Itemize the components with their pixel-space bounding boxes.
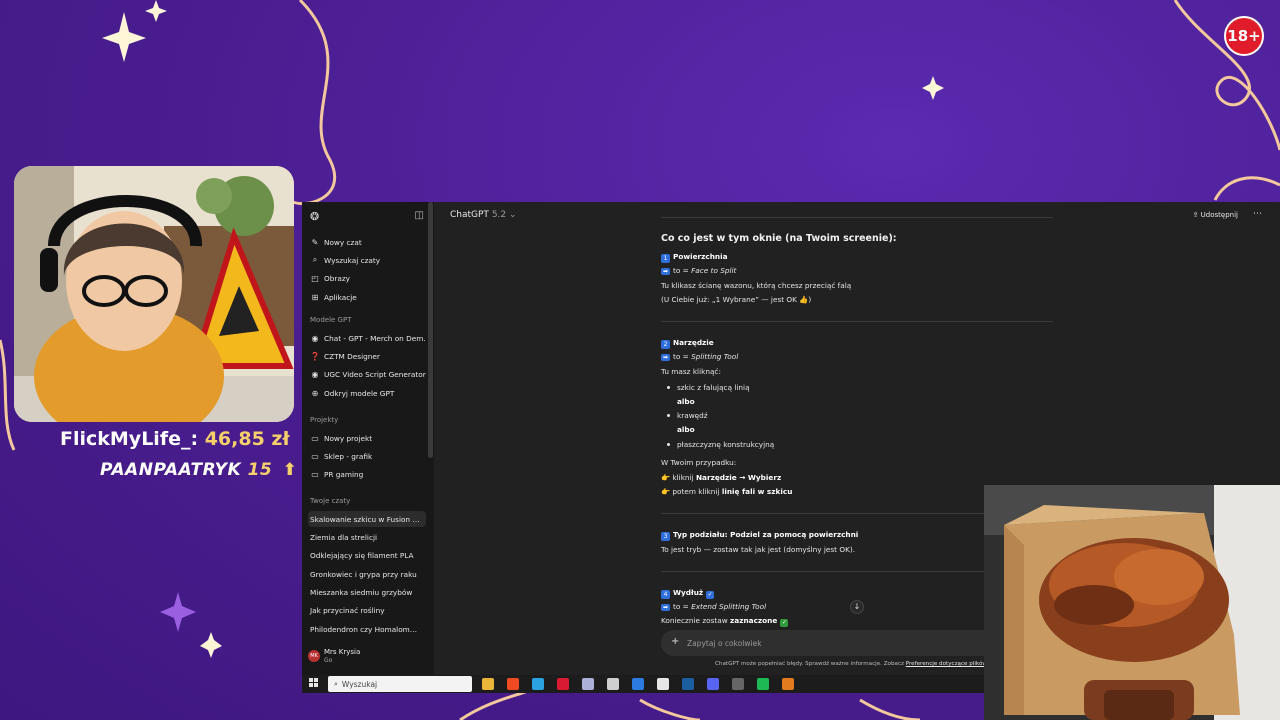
gpts-header: Modele GPT	[310, 316, 352, 324]
plus-icon[interactable]: +	[671, 636, 679, 647]
image-icon: ◰	[311, 273, 319, 283]
donor-name: PAANPAATRYK	[100, 460, 242, 480]
file-explorer-icon[interactable]	[482, 678, 494, 690]
check-mark-icon: ✓	[780, 619, 789, 627]
windows-taskbar: ⌕	[302, 675, 984, 693]
bullet	[667, 414, 670, 417]
message-heading: Co co jest w tym oknie (na Twoim screeni…	[661, 233, 897, 244]
discord-icon[interactable]	[707, 678, 719, 690]
sidebar-chat-item[interactable]: Jak przycinać rośliny	[308, 602, 426, 618]
donation-amount: 46,85 zł	[204, 428, 290, 450]
taskbar-search[interactable]: ⌕	[328, 676, 472, 692]
sidebar: ❂ ◫ ✎ Nowy czat ⌕ Wyszukaj czaty ◰ Obraz…	[302, 202, 434, 675]
brave-icon[interactable]	[507, 678, 519, 690]
projects-header: Projekty	[310, 416, 339, 424]
explore-icon: ⊕	[311, 388, 319, 398]
app-icon[interactable]	[582, 678, 594, 690]
up-arrow-icon: ⬆	[282, 460, 298, 480]
scroll-down-button[interactable]: ↓	[850, 600, 864, 614]
step-4-title: 4 Wydłuż ✓	[661, 588, 715, 599]
taskbar-search-input[interactable]	[341, 679, 452, 689]
avatar: MK	[308, 650, 320, 662]
bullet	[667, 443, 670, 446]
windows-start-icon[interactable]	[309, 678, 319, 688]
divider	[661, 321, 1053, 322]
spotify-icon[interactable]	[757, 678, 769, 690]
donor-name: FlickMyLife_:	[60, 428, 199, 450]
user-name: Mrs Krysia	[324, 648, 361, 656]
sidebar-toggle-icon[interactable]: ◫	[415, 210, 424, 221]
bullet	[667, 386, 670, 389]
step-2-title: 2 Narzędzie	[661, 338, 714, 349]
sidebar-project[interactable]: ▭ Sklep - grafik	[308, 448, 426, 464]
sidebar-gpt-item[interactable]: ❓ CZTM Designer	[308, 348, 426, 364]
number-4-icon: 4	[661, 590, 670, 599]
sidebar-chat-item[interactable]: Odklejający się filament PLA	[308, 547, 426, 563]
sidebar-chat-item[interactable]: Ziemia dla strelicji	[308, 529, 426, 545]
number-1-icon: 1	[661, 254, 670, 263]
number-2-icon: 2	[661, 340, 670, 349]
more-options-icon[interactable]: ⋯	[1253, 209, 1262, 219]
sidebar-chat-item[interactable]: Mieszanka siedmiu grzybów	[308, 584, 426, 600]
search-icon: ⌕	[312, 255, 318, 264]
age-rating-badge: 18+	[1224, 16, 1264, 56]
edge-icon[interactable]	[532, 678, 544, 690]
user-plan: Go	[324, 657, 333, 664]
pointing-hand-icon: 👉	[661, 487, 671, 496]
app2-icon[interactable]	[732, 678, 744, 690]
step-3-title: 3 Typ podziału: Podziel za pomocą powierz…	[661, 530, 858, 541]
sidebar-explore-gpts[interactable]: ⊕ Odkryj modele GPT	[308, 385, 426, 401]
gpt-avatar-icon: ❓	[310, 351, 320, 361]
disclaimer: ChatGPT może popełniać błędy. Sprawdź wa…	[715, 661, 996, 667]
sidebar-chat-item[interactable]: Skalowanie szkicu w Fusion …	[308, 511, 426, 527]
divider	[661, 217, 1053, 218]
folder-icon: ▭	[311, 469, 319, 479]
checkbox-checked-icon: ✓	[706, 591, 715, 599]
sidebar-item-images[interactable]: ◰ Obrazy	[308, 270, 426, 286]
folder-icon: ▭	[311, 451, 319, 461]
prompt-input[interactable]	[687, 635, 987, 651]
app3-icon[interactable]	[782, 678, 794, 690]
sidebar-chat-item[interactable]: Philodendron czy Homalom…	[308, 621, 426, 637]
epic-icon[interactable]	[607, 678, 619, 690]
share-icon: ⇪	[1192, 211, 1199, 219]
arrow-right-icon: ➡	[661, 268, 670, 275]
openai-logo-icon[interactable]: ❂	[310, 210, 319, 223]
sidebar-project[interactable]: ▭ PR gaming	[308, 466, 426, 482]
chats-header: Twoje czaty	[310, 497, 351, 505]
arrow-right-icon: ➡	[661, 604, 670, 611]
gpt-avatar-icon: ◉	[311, 333, 319, 343]
number-3-icon: 3	[661, 532, 670, 541]
apps-icon: ⊞	[311, 292, 319, 302]
preferences-link[interactable]: Preferencje dotyczące plików co	[906, 661, 996, 667]
sidebar-chat-item[interactable]: Gronkowiec i grypa przy raku	[308, 566, 426, 582]
chrome-icon[interactable]	[657, 678, 669, 690]
pointing-hand-icon: 👉	[661, 473, 671, 482]
media-icon[interactable]	[632, 678, 644, 690]
sidebar-item-new-chat[interactable]: ✎ Nowy czat	[308, 234, 426, 250]
donation-line-1: FlickMyLife_: 46,85 zł	[60, 428, 290, 450]
sidebar-gpt-item[interactable]: ◉ Chat - GPT - Merch on Dem…	[308, 330, 427, 346]
gpt-avatar-icon: ◉	[311, 369, 319, 379]
sidebar-item-apps[interactable]: ⊞ Aplikacje	[308, 289, 426, 305]
sidebar-scrollbar[interactable]	[428, 202, 433, 458]
new-chat-icon: ✎	[311, 237, 319, 247]
sidebar-item-search[interactable]: ⌕ Wyszukaj czaty	[308, 252, 426, 268]
model-selector[interactable]: ChatGPT 5.2 ⌄	[450, 210, 517, 220]
chevron-down-icon: ⌄	[509, 210, 517, 220]
donation-amount: 15	[247, 460, 273, 480]
cat-camera	[984, 485, 1280, 720]
search-icon: ⌕	[334, 679, 338, 688]
user-profile[interactable]: MK Mrs Krysia Go	[308, 648, 360, 664]
sidebar-project-new[interactable]: ▭ Nowy projekt	[308, 430, 426, 446]
arrow-right-icon: ➡	[661, 354, 670, 361]
step-1-title: 1 Powierzchnia	[661, 252, 728, 263]
new-folder-icon: ▭	[311, 433, 319, 443]
streamer-webcam	[14, 166, 294, 422]
opera-icon[interactable]	[557, 678, 569, 690]
sidebar-gpt-item[interactable]: ◉ UGC Video Script Generator …	[308, 366, 427, 382]
donation-line-2: PAANPAATRYK 15 ⬆	[100, 460, 297, 480]
share-button[interactable]: ⇪ Udostępnij	[1193, 211, 1238, 219]
steam-icon[interactable]	[682, 678, 694, 690]
